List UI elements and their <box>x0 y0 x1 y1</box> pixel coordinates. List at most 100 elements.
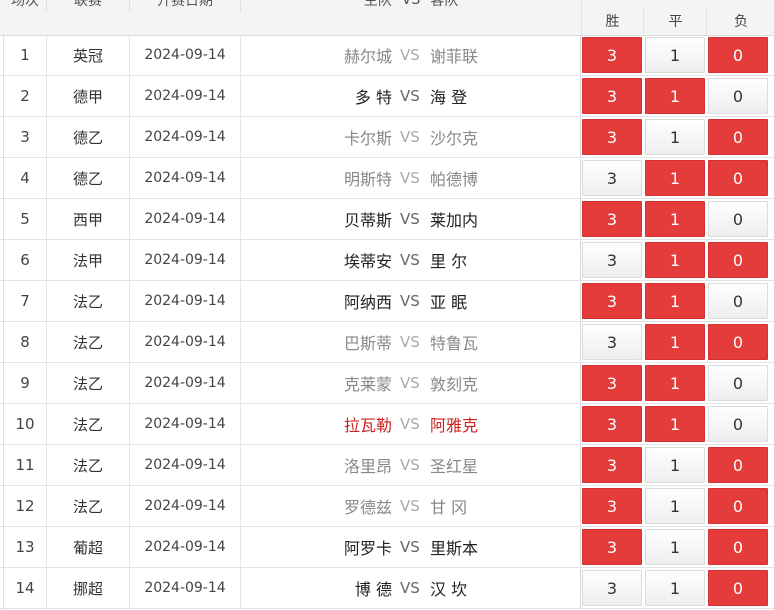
option-lose-button[interactable]: 0 <box>708 119 768 155</box>
match-teams: 卡尔斯 VS 沙尔克 <box>241 117 581 157</box>
away-team: 莱加内 <box>430 211 479 230</box>
option-win-button[interactable]: 3 <box>582 529 642 565</box>
option-draw-button[interactable]: 1 <box>645 365 705 401</box>
vs-label: VS <box>400 538 420 556</box>
match-date: 2024-09-14 <box>130 199 241 239</box>
option-draw-button[interactable]: 1 <box>645 78 705 114</box>
option-draw-button[interactable]: 1 <box>645 529 705 565</box>
option-lose-button[interactable]: 0 <box>708 160 768 196</box>
league-name: 法乙 <box>47 281 130 321</box>
option-draw-button[interactable]: 1 <box>645 447 705 483</box>
league-name: 英冠 <box>47 35 130 75</box>
match-teams: 阿罗卡 VS 里斯本 <box>241 527 581 567</box>
match-number: 13 <box>4 527 47 567</box>
match-number: 7 <box>4 281 47 321</box>
option-win-button[interactable]: 3 <box>582 283 642 319</box>
match-date: 2024-09-14 <box>130 76 241 116</box>
home-team: 阿纳西 <box>343 293 392 312</box>
match-date: 2024-09-14 <box>130 363 241 403</box>
away-team: 阿雅克 <box>430 416 479 435</box>
option-lose-button[interactable]: 0 <box>708 447 768 483</box>
option-win-button[interactable]: 3 <box>582 160 642 196</box>
option-win-button[interactable]: 3 <box>582 119 642 155</box>
option-draw-button[interactable]: 1 <box>645 570 705 606</box>
away-team: 亚 眠 <box>430 293 468 312</box>
match-date: 2024-09-14 <box>130 404 241 444</box>
match-number: 11 <box>4 445 47 485</box>
option-win-button[interactable]: 3 <box>582 406 642 442</box>
match-number: 3 <box>4 117 47 157</box>
match-teams: 克莱蒙 VS 敦刻克 <box>241 363 581 403</box>
vs-label: VS <box>400 333 420 351</box>
league-name: 法乙 <box>47 322 130 362</box>
vs-label: VS <box>400 169 420 187</box>
option-lose-button[interactable]: 0 <box>708 324 768 360</box>
header-lose: 负 <box>734 14 748 30</box>
match-number: 14 <box>4 568 47 608</box>
table-row: 12 法乙 2024-09-14 罗德兹 VS 甘 冈 310 <box>0 486 774 527</box>
option-lose-button[interactable]: 0 <box>708 365 768 401</box>
option-lose-button[interactable]: 0 <box>708 529 768 565</box>
table-row: 13 葡超 2024-09-14 阿罗卡 VS 里斯本 3 1 0 <box>0 527 774 568</box>
home-team: 埃蒂安 <box>343 252 392 271</box>
home-team: 明斯特 <box>343 170 392 189</box>
option-win-button[interactable]: 3 <box>582 37 642 73</box>
option-win-button[interactable]: 3 <box>582 324 642 360</box>
table-header: 场次 联赛 开赛日期 主队 VS 客队 胜 平 负 <box>0 0 774 36</box>
header-match: 主队 VS 客队 <box>241 0 581 12</box>
option-win-button[interactable]: 3 <box>582 570 642 606</box>
option-draw-button[interactable]: 1 <box>645 201 705 237</box>
vs-label: VS <box>400 374 420 392</box>
vs-label: VS <box>400 497 420 515</box>
league-name: 法乙 <box>47 363 130 403</box>
table-row: 2 德甲 2024-09-14 多 特 VS 海 登 310 <box>0 76 774 117</box>
option-lose-button[interactable]: 0 <box>708 406 768 442</box>
header-league: 联赛 <box>47 0 130 12</box>
option-lose-button[interactable]: 0 <box>708 37 768 73</box>
home-team: 拉瓦勒 <box>343 416 392 435</box>
option-draw-button[interactable]: 1 <box>645 242 705 278</box>
header-draw: 平 <box>645 8 707 34</box>
table-row: 9 法乙 2024-09-14 克莱蒙 VS 敦刻克 3 1 0 <box>0 363 774 404</box>
vs-label: VS <box>400 415 420 433</box>
league-name: 德甲 <box>47 76 130 116</box>
option-draw-button[interactable]: 1 <box>645 324 705 360</box>
league-name: 德乙 <box>47 117 130 157</box>
option-win-button[interactable]: 3 <box>582 201 642 237</box>
home-team: 卡尔斯 <box>343 129 392 148</box>
match-date: 2024-09-14 <box>130 527 241 567</box>
option-lose-button[interactable]: 0 <box>708 201 768 237</box>
option-lose-button[interactable]: 0 <box>708 283 768 319</box>
match-teams: 贝蒂斯 VS 莱加内 <box>241 199 581 239</box>
option-lose-button[interactable]: 0 <box>708 78 768 114</box>
away-team: 敦刻克 <box>430 375 479 394</box>
option-win-button[interactable]: 3 <box>582 365 642 401</box>
away-team: 特鲁瓦 <box>430 334 479 353</box>
option-draw-button[interactable]: 1 <box>645 406 705 442</box>
home-team: 罗德兹 <box>343 498 392 517</box>
option-win-button[interactable]: 3 <box>582 447 642 483</box>
away-team: 海 登 <box>430 88 468 107</box>
option-draw-button[interactable]: 1 <box>645 488 705 524</box>
option-win-button[interactable]: 3 <box>582 242 642 278</box>
option-lose-button[interactable]: 0 <box>708 488 768 524</box>
header-home: 主队 <box>363 0 392 9</box>
home-team: 阿罗卡 <box>343 539 392 558</box>
option-win-button[interactable]: 3 <box>582 488 642 524</box>
option-draw-button[interactable]: 1 <box>645 160 705 196</box>
option-lose-button[interactable]: 0 <box>708 242 768 278</box>
match-date: 2024-09-14 <box>130 322 241 362</box>
match-date: 2024-09-14 <box>130 486 241 526</box>
match-number: 2 <box>4 76 47 116</box>
match-number: 4 <box>4 158 47 198</box>
option-win-button[interactable]: 3 <box>582 78 642 114</box>
vs-label: VS <box>400 456 420 474</box>
option-draw-button[interactable]: 1 <box>645 37 705 73</box>
match-teams: 博 德 VS 汉 坎 <box>241 568 581 608</box>
option-draw-button[interactable]: 1 <box>645 119 705 155</box>
option-lose-button[interactable]: 0 <box>708 570 768 606</box>
home-team: 博 德 <box>354 580 392 599</box>
home-team: 赫尔城 <box>343 47 392 66</box>
match-date: 2024-09-14 <box>130 240 241 280</box>
option-draw-button[interactable]: 1 <box>645 283 705 319</box>
